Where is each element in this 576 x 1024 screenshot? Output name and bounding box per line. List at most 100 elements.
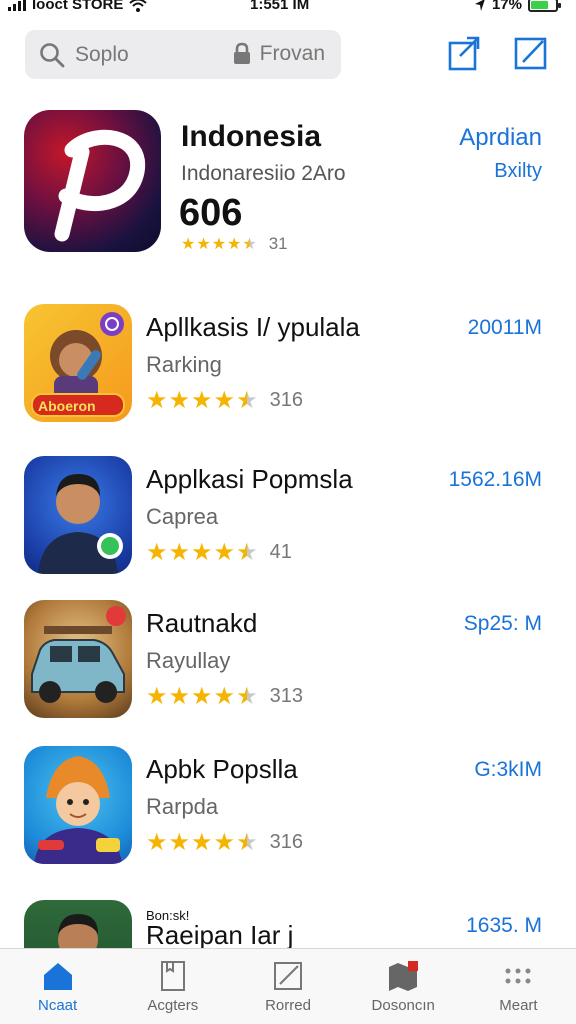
status-time: 1:551 IM bbox=[250, 0, 310, 13]
star-icon: ★ bbox=[236, 683, 258, 710]
star-icon: ★ bbox=[196, 236, 211, 253]
search-bar[interactable]: Soplo Frovan bbox=[25, 30, 341, 79]
tab-edit[interactable]: Rorred bbox=[230, 949, 345, 1024]
star-icon: ★ bbox=[181, 236, 196, 253]
app-size: G:3kIM bbox=[474, 758, 542, 781]
map-icon bbox=[389, 961, 419, 991]
rating-count: 41 bbox=[269, 541, 292, 563]
app-category: Caprea bbox=[146, 504, 219, 529]
sticker-character-icon[interactable]: Aboeron bbox=[24, 304, 132, 422]
location-arrow-icon bbox=[474, 0, 485, 11]
person-portrait-icon[interactable] bbox=[24, 900, 132, 948]
star-icon: ★ bbox=[168, 683, 191, 710]
star-icon: ★ bbox=[236, 829, 258, 856]
star-rating: ★ ★ ★ ★ ★ bbox=[181, 234, 257, 254]
list-item[interactable]: Rautnakd Rayullay ★ ★ ★ ★ ★ 313 Sp25: M bbox=[24, 600, 552, 720]
featured-app-number: 606 bbox=[179, 192, 243, 234]
star-rating: ★ ★ ★ ★ ★ bbox=[146, 682, 258, 711]
lock-icon bbox=[233, 42, 250, 64]
document-icon bbox=[160, 961, 185, 991]
star-icon: ★ bbox=[168, 387, 191, 414]
featured-app-rating: ★ ★ ★ ★ ★ 31 bbox=[181, 234, 288, 254]
search-icon bbox=[40, 42, 65, 67]
star-icon: ★ bbox=[168, 829, 191, 856]
star-icon: ★ bbox=[242, 236, 257, 253]
app-rating: ★ ★ ★ ★ ★ 41 bbox=[146, 538, 292, 567]
wifi-icon bbox=[129, 0, 148, 12]
carrier-label: Iooct STORE bbox=[32, 0, 124, 13]
edit-square-icon bbox=[274, 962, 302, 990]
star-icon: ★ bbox=[236, 539, 258, 566]
tab-documents[interactable]: Acgters bbox=[115, 949, 230, 1024]
star-icon: ★ bbox=[146, 829, 168, 856]
app-badge: Aboeron bbox=[38, 398, 96, 414]
more-icon bbox=[505, 968, 531, 984]
app-size: Sp25: M bbox=[463, 612, 542, 635]
tab-label: Dosoncın bbox=[371, 997, 435, 1014]
app-rating: ★ ★ ★ ★ ★ 316 bbox=[146, 828, 303, 857]
tab-bar: Ncaat Acgters Rorred Dosoncın Meart bbox=[0, 948, 576, 1024]
featured-app[interactable]: Indonesia Indonaresiio 2Aro 606 ★ ★ ★ ★ ★ 31… bbox=[24, 110, 552, 254]
star-icon: ★ bbox=[213, 539, 236, 566]
featured-app-sublabel: Bxilty bbox=[494, 160, 542, 182]
app-name: Apllkasis I/ ypulala bbox=[146, 312, 360, 342]
app-name: Raeipan Iar j bbox=[146, 920, 294, 948]
star-icon: ★ bbox=[146, 387, 168, 414]
app-category: Rayullay bbox=[146, 648, 231, 673]
tab-label: Rorred bbox=[265, 997, 311, 1014]
rating-count: 31 bbox=[268, 234, 288, 253]
app-rating: ★ ★ ★ ★ ★ 316 bbox=[146, 386, 303, 415]
list-item[interactable]: Bon:sk! Raeipan Iar j 1635. M bbox=[24, 900, 552, 948]
star-icon: ★ bbox=[191, 387, 213, 414]
search-input[interactable]: Soplo bbox=[75, 43, 129, 67]
cartoon-character-icon[interactable] bbox=[24, 746, 132, 864]
car-game-icon[interactable] bbox=[24, 600, 132, 718]
p-logo-icon bbox=[54, 129, 146, 242]
star-icon: ★ bbox=[191, 683, 213, 710]
person-portrait-icon[interactable] bbox=[24, 456, 132, 574]
tab-label: Meart bbox=[499, 997, 538, 1014]
star-icon: ★ bbox=[146, 539, 168, 566]
battery-percent: 17% bbox=[491, 0, 522, 13]
app-name: Apbk Popslla bbox=[146, 754, 298, 784]
star-icon: ★ bbox=[168, 539, 191, 566]
app-size: 1562.16M bbox=[448, 468, 542, 491]
compose-icon[interactable] bbox=[513, 34, 549, 72]
star-icon: ★ bbox=[191, 829, 213, 856]
list-item[interactable]: Applkasi Popmsla Caprea ★ ★ ★ ★ ★ 41 1562.16… bbox=[24, 456, 552, 576]
tab-map[interactable]: Dosoncın bbox=[346, 949, 461, 1024]
app-name: Rautnakd bbox=[146, 608, 258, 638]
star-icon: ★ bbox=[213, 387, 236, 414]
share-icon[interactable] bbox=[447, 34, 483, 72]
battery-level bbox=[531, 0, 548, 9]
app-rating: ★ ★ ★ ★ ★ 313 bbox=[146, 682, 303, 711]
status-bar: Iooct STORE 1:551 IM 17% bbox=[0, 0, 576, 18]
featured-app-link[interactable]: Aprdian bbox=[459, 124, 542, 152]
app-size: 20011M bbox=[467, 316, 542, 339]
battery-icon bbox=[528, 0, 561, 12]
search-right-label: Frovan bbox=[259, 42, 325, 65]
star-icon: ★ bbox=[236, 387, 258, 414]
app-size: 1635. M bbox=[466, 914, 542, 937]
featured-app-icon[interactable] bbox=[24, 110, 161, 252]
star-rating: ★ ★ ★ ★ ★ bbox=[146, 828, 258, 857]
rating-count: 313 bbox=[269, 685, 303, 707]
star-icon: ★ bbox=[191, 539, 213, 566]
app-category: Rarking bbox=[146, 352, 222, 377]
rating-count: 316 bbox=[269, 389, 303, 411]
home-icon bbox=[43, 963, 72, 990]
list-item[interactable]: Apbk Popslla Rarpda ★ ★ ★ ★ ★ 316 G:3kIM bbox=[24, 746, 552, 866]
tab-more[interactable]: Meart bbox=[461, 949, 576, 1024]
list-item[interactable]: Aboeron Apllkasis I/ ypulala Rarking ★ ★ ★… bbox=[24, 304, 552, 424]
tab-label: Ncaat bbox=[38, 997, 78, 1014]
star-icon: ★ bbox=[213, 683, 236, 710]
featured-app-title: Indonesia bbox=[181, 120, 322, 153]
tab-label: Acgters bbox=[147, 997, 199, 1014]
rating-count: 316 bbox=[269, 831, 303, 853]
star-icon: ★ bbox=[213, 829, 236, 856]
star-icon: ★ bbox=[227, 236, 242, 253]
app-category: Rarpda bbox=[146, 794, 219, 819]
app-name: Applkasi Popmsla bbox=[146, 464, 353, 494]
signal-icon bbox=[8, 0, 26, 11]
tab-home[interactable]: Ncaat bbox=[0, 949, 115, 1024]
